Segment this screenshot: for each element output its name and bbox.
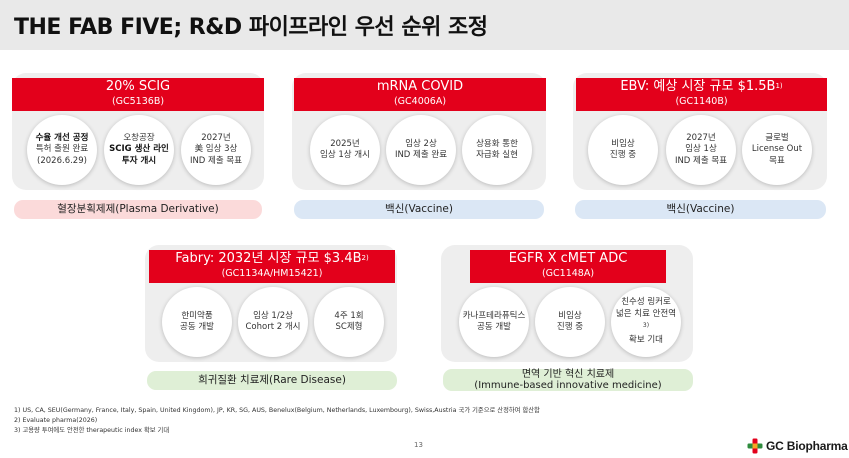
card-header: 20% SCIG (GC5136B) [12, 78, 264, 111]
category-line: (Immune-based innovative medicine) [474, 380, 662, 391]
gc-cross-icon [747, 438, 763, 454]
card-code: (GC1148A) [541, 268, 595, 279]
card-title: EBV: 예상 시장 규모 $1.5B [620, 79, 776, 94]
milestone-line: IND 제출 완료 [394, 150, 448, 160]
milestone-line: 임상 1/2상 [253, 310, 293, 321]
footnote: 3) 고용량 투여에도 안전한 therapeutic index 확보 기대 [14, 427, 170, 434]
page-title: THE FAB FIVE; R&D 파이프라인 우선 순위 조정 [14, 15, 488, 40]
card-header: EBV: 예상 시장 규모 $1.5B1) (GC1140B) [576, 78, 827, 111]
milestone-line: 글로벌 [765, 132, 789, 143]
milestone-line: 비임상 [558, 310, 582, 321]
company-logo: GC Biopharma [747, 438, 848, 454]
footnote-ref: 3) [642, 322, 650, 330]
category-pill: 면역 기반 혁신 치료제 (Immune-based innovative me… [443, 369, 693, 391]
pipeline-card-egfr-cmet-adc: EGFR X cMET ADC (GC1148A) 카나프테라퓨틱스 공동 개발… [441, 245, 693, 362]
milestone-circle: 임상 2상 IND 제출 완료 [386, 115, 456, 185]
milestone-line: 2027년 [686, 132, 716, 143]
pipeline-card-mrna-covid: mRNA COVID (GC4006A) 2025년 임상 1상 개시 임상 2… [292, 73, 546, 190]
milestone-circle: 2027년 美 임상 3상 IND 제출 목표 [181, 115, 251, 185]
milestone-line: 카나프테라퓨틱스 [462, 310, 526, 321]
milestone-line: 공동 개발 [180, 322, 214, 332]
category-line: 면역 기반 혁신 치료제 [521, 369, 615, 380]
card-header: Fabry: 2032년 시장 규모 $3.4B2) (GC1134A/HM15… [149, 250, 395, 283]
milestone-line: License Out [751, 144, 803, 155]
milestone-line: 목표 [769, 155, 785, 166]
milestone-line: 4주 1회 [334, 310, 364, 321]
milestone-line: SC제형 [335, 322, 363, 332]
milestone-circle: 친수성 링커로 넓은 치료 안전역 3) 확보 기대 [611, 287, 681, 357]
pipeline-card-scig: 20% SCIG (GC5136B) 수율 개선 공정 특허 출원 완료 (20… [12, 73, 264, 190]
milestone-line: 임상 1상 [685, 144, 717, 155]
milestone-line: 2027년 [201, 132, 231, 143]
category-pill: 백신(Vaccine) [294, 200, 544, 219]
milestone-line: 공동 개발 [477, 322, 511, 332]
milestone-circle: 2025년 임상 1상 개시 [310, 115, 380, 185]
milestone-circle: 임상 1/2상 Cohort 2 개시 [238, 287, 308, 357]
milestone-line: 확보 기대 [629, 335, 663, 346]
milestone-line: 친수성 링커로 [621, 297, 671, 308]
milestone-circle: 4주 1회 SC제형 [314, 287, 384, 357]
milestone-circle: 한미약품 공동 개발 [162, 287, 232, 357]
footnote: 1) US, CA, SEU(Germany, France, Italy, S… [14, 407, 540, 414]
milestone-line: Cohort 2 개시 [245, 322, 301, 332]
pipeline-card-ebv: EBV: 예상 시장 규모 $1.5B1) (GC1140B) 비임상 진행 중… [573, 73, 827, 190]
pipeline-card-fabry: Fabry: 2032년 시장 규모 $3.4B2) (GC1134A/HM15… [145, 245, 397, 362]
footnote: 2) Evaluate pharma(2026) [14, 417, 98, 424]
milestone-line: 진행 중 [556, 322, 584, 332]
title-bar: THE FAB FIVE; R&D 파이프라인 우선 순위 조정 [0, 0, 849, 50]
page-number: 13 [414, 441, 423, 449]
milestone-line: 비임상 [611, 138, 635, 149]
milestone-line: 오창공장 [123, 132, 155, 143]
milestone-line: (2026.6.29) [37, 155, 87, 166]
milestone-line: 진행 중 [609, 150, 637, 160]
milestone-circle: 카나프테라퓨틱스 공동 개발 [459, 287, 529, 357]
milestone-line: 임상 1상 개시 [320, 150, 370, 160]
category-pill: 혈장분획제제(Plasma Derivative) [14, 200, 262, 219]
milestone-line: IND 제출 목표 [674, 155, 728, 166]
milestone-circle: 비임상 진행 중 [588, 115, 658, 185]
milestone-line: 2025년 [330, 138, 360, 149]
milestone-line: 상용화 통한 [476, 138, 518, 149]
card-code: (GC1140B) [675, 96, 728, 107]
milestone-line: SCIG 생산 라인 [109, 144, 169, 155]
milestone-line: 수율 개선 공정 [35, 132, 89, 143]
card-title: Fabry: 2032년 시장 규모 $3.4B [175, 251, 362, 266]
footnote-ref: 2) [361, 254, 369, 262]
milestone-line: 임상 2상 [405, 138, 437, 149]
footnotes: 1) US, CA, SEU(Germany, France, Italy, S… [14, 406, 540, 436]
milestone-circle: 수율 개선 공정 특허 출원 완료 (2026.6.29) [27, 115, 97, 185]
card-code: (GC1134A/HM15421) [221, 268, 323, 279]
card-title: 20% SCIG [105, 79, 171, 94]
milestone-circle: 상용화 통한 자급화 실현 [462, 115, 532, 185]
milestone-line: 한미약품 [181, 310, 213, 321]
milestone-circle: 글로벌 License Out 목표 [742, 115, 812, 185]
footnote-ref: 1) [775, 82, 783, 90]
milestone-circle: 비임상 진행 중 [535, 287, 605, 357]
card-header: mRNA COVID (GC4006A) [294, 78, 546, 111]
milestone-line: 자급화 실현 [476, 150, 518, 160]
milestone-line: 특허 출원 완료 [35, 144, 89, 155]
milestone-line: IND 제출 목표 [189, 155, 243, 166]
milestone-circle: 2027년 임상 1상 IND 제출 목표 [666, 115, 736, 185]
category-pill: 백신(Vaccine) [575, 200, 826, 219]
card-code: (GC5136B) [111, 96, 165, 107]
milestone-line: 투자 개시 [121, 155, 157, 166]
milestone-circle: 오창공장 SCIG 생산 라인 투자 개시 [104, 115, 174, 185]
card-header: EGFR X cMET ADC (GC1148A) [470, 250, 666, 283]
milestone-line: 넓은 치료 안전역 [615, 308, 677, 319]
milestone-line: 美 임상 3상 [194, 144, 238, 155]
logo-text: GC Biopharma [766, 439, 848, 453]
category-pill: 희귀질환 치료제(Rare Disease) [147, 371, 397, 390]
card-title: mRNA COVID [376, 79, 464, 94]
card-title: EGFR X cMET ADC [508, 251, 628, 266]
card-code: (GC4006A) [393, 96, 447, 107]
